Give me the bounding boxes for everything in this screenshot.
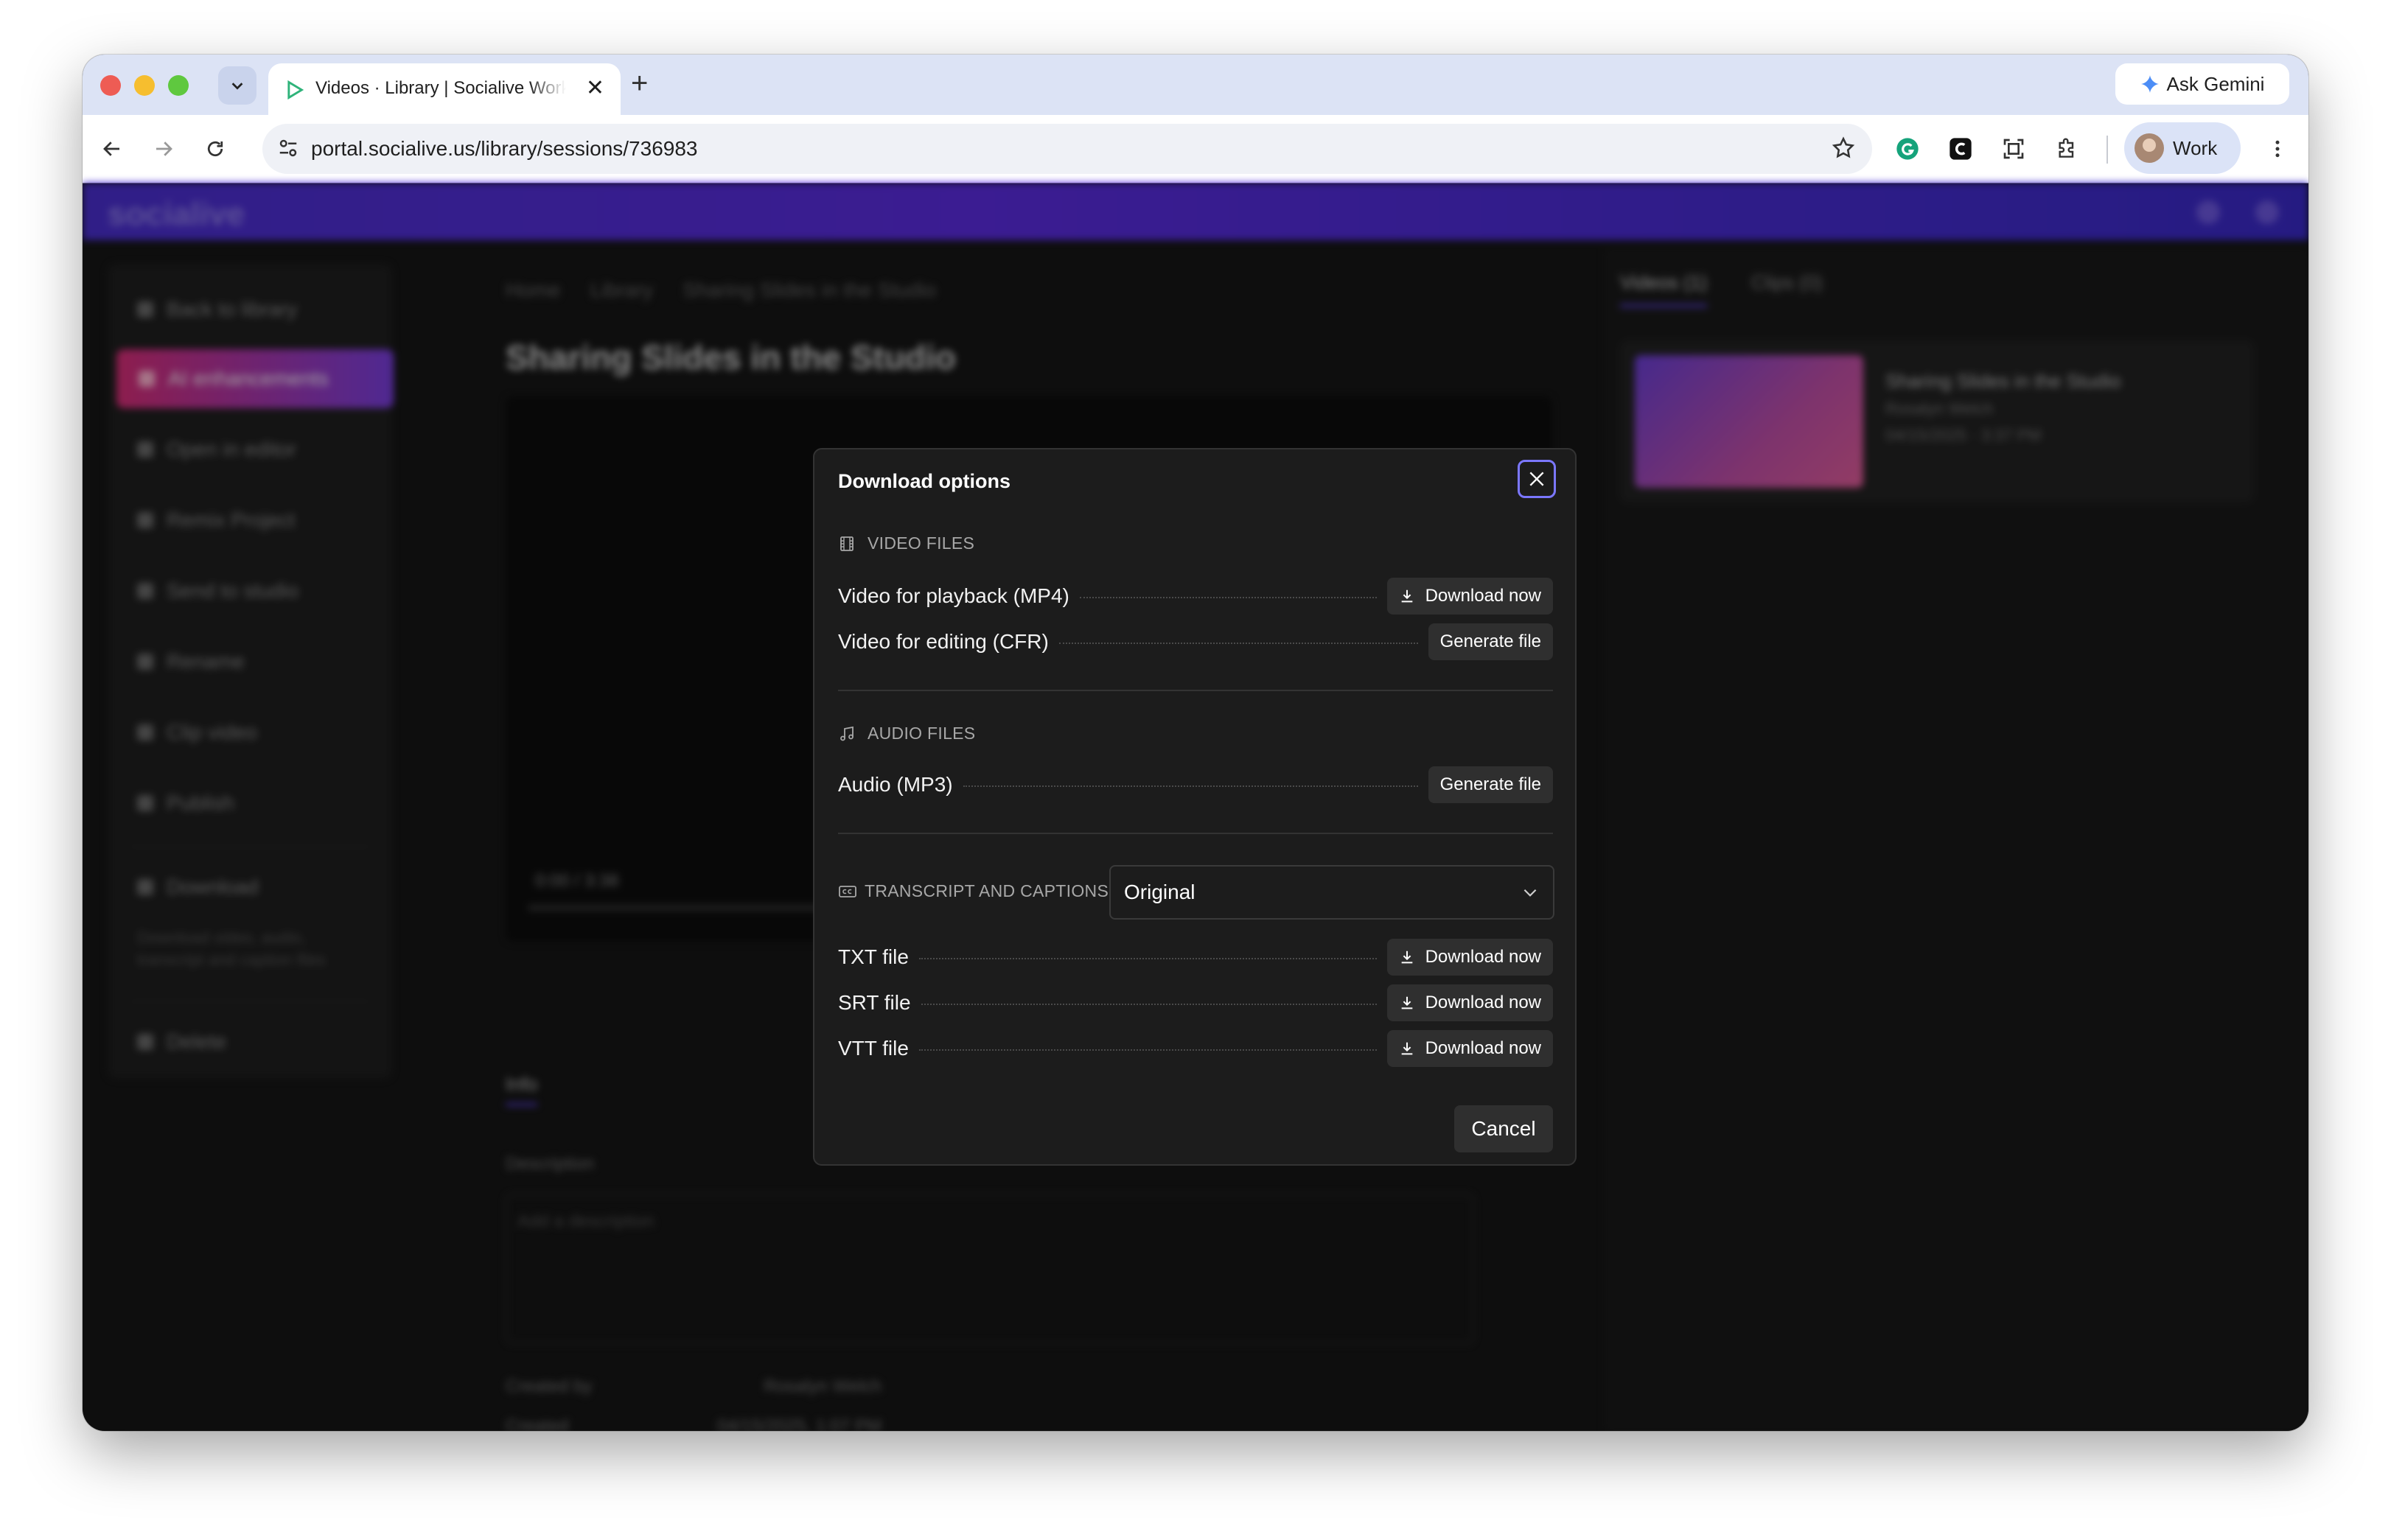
generate-cfr-button[interactable]: Generate file: [1428, 623, 1553, 660]
address-bar[interactable]: portal.socialive.us/library/sessions/736…: [262, 124, 1872, 174]
generate-mp3-button[interactable]: Generate file: [1428, 766, 1553, 803]
download-row-srt: SRT file Download now: [838, 984, 1553, 1021]
download-row-mp3: Audio (MP3) Generate file: [838, 766, 1553, 803]
close-icon: [1529, 472, 1544, 486]
close-window-button[interactable]: [100, 75, 121, 96]
ask-gemini-button[interactable]: Ask Gemini: [2115, 63, 2289, 105]
section-divider: [838, 690, 1553, 691]
dialog-title: Download options: [838, 470, 1010, 492]
download-icon: [1401, 589, 1412, 603]
leader-dots: [918, 1049, 1377, 1051]
download-vtt-button[interactable]: Download now: [1386, 1030, 1553, 1067]
section-divider: [838, 833, 1553, 834]
arrow-left-icon: [103, 141, 119, 156]
cancel-button[interactable]: Cancel: [1454, 1105, 1553, 1152]
more-vertical-icon: [2275, 140, 2280, 158]
screenshot-extension-icon[interactable]: [1999, 134, 2028, 164]
gemini-sparkle-icon: [2140, 75, 2159, 93]
leader-dots: [918, 958, 1377, 959]
minimize-window-button[interactable]: [134, 75, 155, 96]
download-row-vtt: VTT file Download now: [838, 1030, 1553, 1067]
avatar: [2135, 133, 2164, 163]
reload-icon: [207, 141, 223, 157]
site-settings-icon[interactable]: [277, 137, 299, 159]
film-icon: [840, 536, 854, 551]
new-tab-button[interactable]: +: [631, 65, 648, 102]
extensions-puzzle-icon[interactable]: [2052, 134, 2081, 164]
chevron-down-icon: [231, 83, 243, 90]
close-dialog-button[interactable]: [1518, 460, 1556, 498]
download-row-txt: TXT file Download now: [838, 939, 1553, 976]
audio-files-heading: AUDIO FILES: [838, 724, 975, 743]
download-icon: [1401, 951, 1412, 964]
browser-toolbar: portal.socialive.us/library/sessions/736…: [83, 115, 2308, 183]
ask-gemini-label: Ask Gemini: [2166, 72, 2265, 95]
closed-captions-icon: [839, 885, 856, 897]
tab-search-button[interactable]: [218, 66, 256, 105]
socialive-favicon-icon: [287, 80, 304, 100]
leader-dots: [1058, 643, 1418, 644]
arrow-right-icon: [156, 141, 172, 156]
tab-bar: Videos · Library | Socialive Workspace ✕…: [83, 55, 2308, 115]
transcript-select-value: Original: [1124, 881, 1196, 903]
download-icon: [1401, 996, 1412, 1009]
back-button[interactable]: [97, 134, 127, 164]
tab-title: Videos · Library | Socialive Workspace: [315, 78, 566, 98]
forward-button[interactable]: [149, 134, 178, 164]
download-row-mp4: Video for playback (MP4) Download now: [838, 578, 1553, 615]
close-tab-icon[interactable]: ✕: [586, 77, 604, 99]
download-srt-button[interactable]: Download now: [1386, 984, 1553, 1021]
toolbar-divider: [2106, 136, 2108, 164]
download-txt-button[interactable]: Download now: [1386, 939, 1553, 976]
music-note-icon: [840, 726, 854, 741]
grammarly-extension-icon[interactable]: [1893, 134, 1922, 164]
reload-button[interactable]: [200, 134, 230, 164]
download-options-dialog: Download options VIDEO FILES Video for p…: [813, 448, 1577, 1166]
chevron-down-icon: [1523, 889, 1537, 897]
profile-button[interactable]: Work: [2124, 122, 2241, 174]
download-mp4-button[interactable]: Download now: [1386, 578, 1553, 615]
leader-dots: [1079, 597, 1377, 598]
bookmark-star-icon[interactable]: [1831, 136, 1856, 161]
browser-tab-active[interactable]: Videos · Library | Socialive Workspace ✕: [268, 63, 621, 115]
video-files-heading: VIDEO FILES: [838, 533, 974, 553]
browser-menu-button[interactable]: [2263, 134, 2292, 164]
download-row-cfr: Video for editing (CFR) Generate file: [838, 623, 1553, 660]
extension-c-icon[interactable]: [1946, 134, 1975, 164]
url-text: portal.socialive.us/library/sessions/736…: [311, 137, 698, 160]
maximize-window-button[interactable]: [168, 75, 189, 96]
transcript-language-select[interactable]: Original: [1109, 865, 1554, 920]
transcript-heading: TRANSCRIPT AND CAPTIONS: [838, 881, 1109, 901]
leader-dots: [963, 785, 1418, 787]
download-icon: [1401, 1042, 1412, 1055]
leader-dots: [921, 1004, 1377, 1005]
profile-label: Work: [2173, 136, 2218, 159]
